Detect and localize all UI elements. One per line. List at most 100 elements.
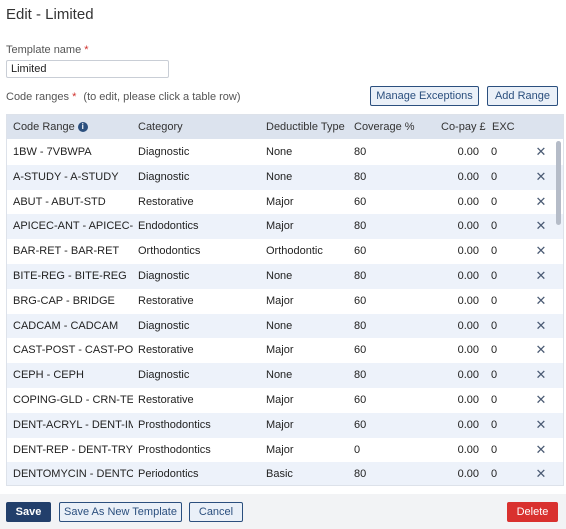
cancel-button[interactable]: Cancel <box>189 502 243 522</box>
cell-code-range: CEPH - CEPH <box>13 369 84 382</box>
column-header-copay[interactable]: Co-pay £ <box>441 115 486 139</box>
cell-coverage: 60 <box>354 344 367 357</box>
code-ranges-table: Code Range i Category Deductible Type Cov… <box>6 114 564 486</box>
table-row[interactable]: COPING-GLD - CRN-TEMP Restorative Major 60 0… <box>7 388 563 413</box>
add-range-button[interactable]: Add Range <box>487 86 558 106</box>
close-icon[interactable]: ✕ <box>535 294 547 307</box>
cell-coverage: 60 <box>354 245 367 258</box>
cell-copay: 0.00 <box>457 443 479 456</box>
cell-coverage: 60 <box>354 294 367 307</box>
cell-coverage: 80 <box>354 369 367 382</box>
cell-category: Diagnostic <box>138 170 190 183</box>
cell-exc: 0 <box>491 294 498 307</box>
close-icon[interactable]: ✕ <box>535 368 547 381</box>
table-row[interactable]: DENTOMYCIN - DENTO... Periodontics Basic 80… <box>7 462 563 485</box>
info-icon[interactable]: i <box>77 122 88 133</box>
cell-category: Restorative <box>138 195 194 208</box>
cell-coverage: 0 <box>354 443 361 456</box>
cell-category: Diagnostic <box>138 270 190 282</box>
cell-code-range: BRG-CAP - BRIDGE <box>13 294 115 307</box>
cell-deductible-type: None <box>266 369 293 382</box>
cell-copay: 0.00 <box>457 418 479 431</box>
table-row[interactable]: BRG-CAP - BRIDGE Restorative Major 60 0.00 0 ✕ <box>7 289 563 314</box>
cell-code-range: COPING-GLD - CRN-TEMP <box>13 394 133 406</box>
cell-code-range: BAR-RET - BAR-RET <box>13 245 120 258</box>
cell-exc: 0 <box>491 270 498 282</box>
table-row[interactable]: DENT-REP - DENT-TRY Prosthodontics Major 0 0… <box>7 438 563 463</box>
cell-category: Restorative <box>138 344 194 357</box>
cell-copay: 0.00 <box>457 319 479 332</box>
close-icon[interactable]: ✕ <box>535 443 547 456</box>
column-header-code-range[interactable]: Code Range i <box>13 115 88 139</box>
table-row[interactable]: BAR-RET - BAR-RET Orthodontics Orthodontic… <box>7 239 563 264</box>
cell-category: Prosthodontics <box>138 418 211 431</box>
close-icon[interactable]: ✕ <box>535 343 547 356</box>
close-icon[interactable]: ✕ <box>535 195 547 208</box>
table-row[interactable]: CADCAM - CADCAM Diagnostic None 80 0.00 0 ✕ <box>7 313 563 339</box>
close-icon[interactable]: ✕ <box>535 319 547 332</box>
close-icon[interactable]: ✕ <box>535 219 547 232</box>
template-name-label: Template name * <box>6 44 89 56</box>
cell-category: Periodontics <box>138 468 199 481</box>
cell-deductible-type: Orthodontic <box>266 245 323 258</box>
column-header-category[interactable]: Category <box>138 115 183 139</box>
cell-category: Diagnostic <box>138 319 190 332</box>
code-ranges-hint: (to edit, please click a table row) <box>83 91 241 103</box>
save-button[interactable]: Save <box>6 502 51 522</box>
cell-deductible-type: Major <box>266 220 294 233</box>
cell-deductible-type: Major <box>266 418 294 431</box>
save-as-new-template-button[interactable]: Save As New Template <box>59 502 182 522</box>
manage-exceptions-button[interactable]: Manage Exceptions <box>370 86 479 106</box>
cell-deductible-type: Major <box>266 344 294 357</box>
cell-coverage: 60 <box>354 418 367 431</box>
cell-deductible-type: None <box>266 270 293 282</box>
cell-exc: 0 <box>491 245 498 258</box>
cell-deductible-type: None <box>266 170 293 183</box>
cell-coverage: 60 <box>354 195 367 208</box>
cell-exc: 0 <box>491 443 498 456</box>
cell-deductible-type: Major <box>266 195 294 208</box>
cell-copay: 0.00 <box>457 195 479 208</box>
cell-copay: 0.00 <box>457 146 479 158</box>
cell-code-range: BITE-REG - BITE-REG <box>13 270 127 282</box>
cell-exc: 0 <box>491 468 498 481</box>
cell-deductible-type: Basic <box>266 468 293 481</box>
cell-exc: 0 <box>491 195 498 208</box>
table-row[interactable]: BITE-REG - BITE-REG Diagnostic None 80 0.00 0… <box>7 264 563 289</box>
cell-deductible-type: Major <box>266 443 294 456</box>
cell-code-range: ABUT - ABUT-STD <box>13 195 106 208</box>
delete-button[interactable]: Delete <box>507 502 558 522</box>
table-row[interactable]: DENT-ACRYL - DENT-IM... Prosthodontics Maj… <box>7 412 563 438</box>
close-icon[interactable]: ✕ <box>535 269 547 282</box>
cell-coverage: 80 <box>354 319 367 332</box>
cell-code-range: CAST-POST - CAST-POST <box>13 344 133 357</box>
table-row[interactable]: APICEC-ANT - APICEC-... Endodontics Major 8… <box>7 214 563 240</box>
cell-code-range: DENT-ACRYL - DENT-IM... <box>13 418 133 431</box>
table-row[interactable]: 1BW - 7VBWPA Diagnostic None 80 0.00 0 ✕ <box>7 140 563 165</box>
template-name-label-text: Template name <box>6 44 82 56</box>
close-icon[interactable]: ✕ <box>535 170 547 183</box>
close-icon[interactable]: ✕ <box>535 418 547 431</box>
close-icon[interactable]: ✕ <box>535 393 547 406</box>
table-scrollbar[interactable] <box>556 141 561 225</box>
cell-code-range: A-STUDY - A-STUDY <box>13 170 119 183</box>
table-row[interactable]: CEPH - CEPH Diagnostic None 80 0.00 0 ✕ <box>7 363 563 388</box>
table-header: Code Range i Category Deductible Type Cov… <box>7 115 563 139</box>
cell-category: Diagnostic <box>138 146 190 158</box>
cell-code-range: DENT-REP - DENT-TRY <box>13 443 133 456</box>
table-row[interactable]: ABUT - ABUT-STD Restorative Major 60 0.00 0 ✕ <box>7 190 563 215</box>
cell-exc: 0 <box>491 170 498 183</box>
close-icon[interactable]: ✕ <box>535 244 547 257</box>
table-row[interactable]: CAST-POST - CAST-POST Restorative Major 60 0… <box>7 338 563 363</box>
column-header-deductible-type[interactable]: Deductible Type <box>266 115 345 139</box>
cell-category: Restorative <box>138 394 194 406</box>
column-header-exc[interactable]: EXC <box>492 115 515 139</box>
close-icon[interactable]: ✕ <box>535 467 547 480</box>
close-icon[interactable]: ✕ <box>535 145 547 158</box>
cell-deductible-type: None <box>266 146 293 158</box>
cell-copay: 0.00 <box>457 468 479 481</box>
column-header-coverage[interactable]: Coverage % <box>354 115 415 139</box>
template-name-input[interactable] <box>6 60 169 78</box>
code-ranges-label: Code ranges * (to edit, please click a t… <box>6 91 241 103</box>
table-row[interactable]: A-STUDY - A-STUDY Diagnostic None 80 0.00 0 ✕ <box>7 164 563 190</box>
